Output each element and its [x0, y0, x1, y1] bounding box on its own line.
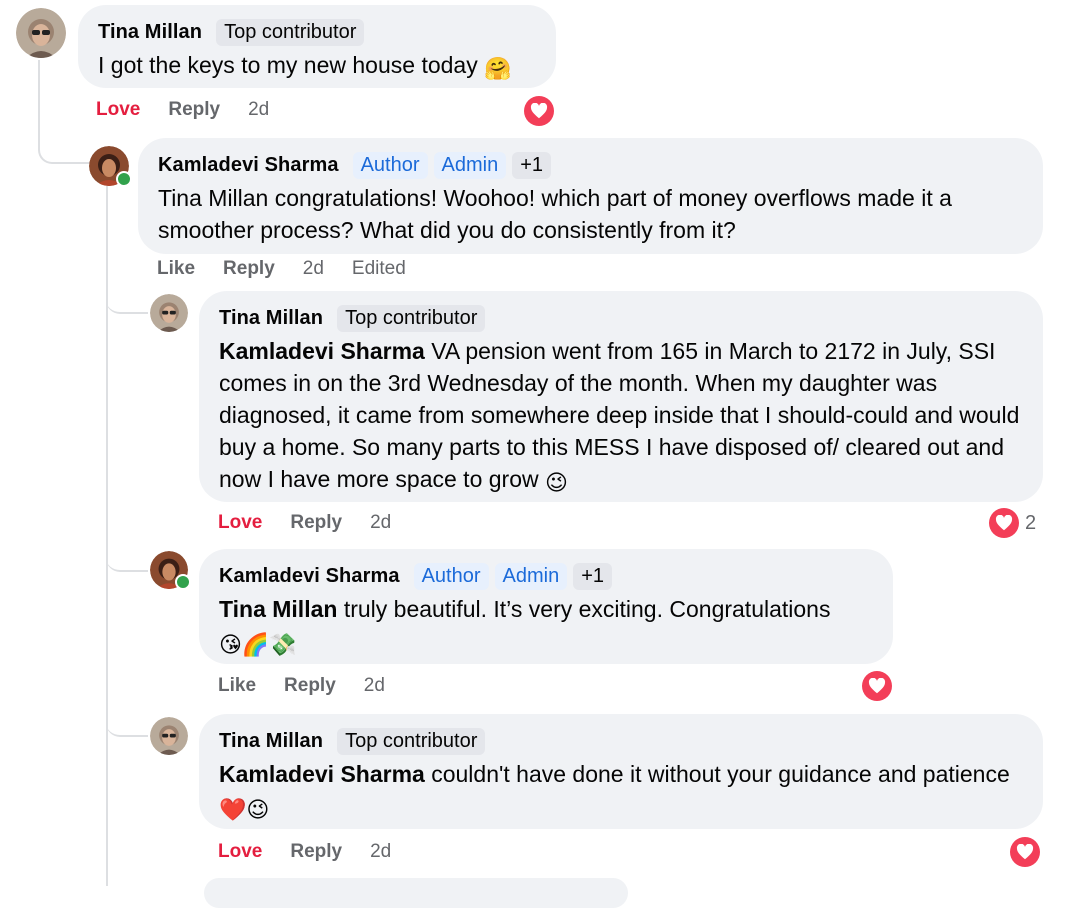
thread-line-2b [106, 548, 148, 572]
reaction-count: 2 [1025, 511, 1037, 534]
thread-line-2c [106, 713, 148, 737]
comment-author[interactable]: Tina Millan [219, 730, 323, 753]
top-contributor-badge[interactable]: Top contributor [337, 727, 486, 755]
timestamp[interactable]: 2d [370, 512, 391, 534]
reaction-summary[interactable]: 2 [989, 508, 1036, 538]
top-contributor-badge[interactable]: Top contributor [216, 18, 365, 46]
comment-author[interactable]: Tina Millan [219, 307, 323, 330]
comment-text: Tina Millan truly beautiful. It’s very e… [219, 596, 831, 657]
reply-button[interactable]: Reply [284, 675, 336, 697]
heart-reaction-icon [989, 508, 1019, 538]
comment-text: I got the keys to my new house today 🤗 [98, 52, 512, 81]
reply-button[interactable]: Reply [168, 99, 220, 121]
mention-link[interactable]: Tina Millan [219, 596, 337, 622]
avatar-tina-icon [16, 8, 66, 58]
next-comment-bubble [204, 878, 628, 908]
comment-bubble: Kamladevi Sharma Author Admin +1 Tina Mi… [138, 138, 1043, 254]
reaction-summary[interactable] [524, 96, 554, 126]
reaction-summary[interactable] [862, 671, 892, 701]
reaction-summary[interactable] [1010, 837, 1040, 867]
avatar[interactable] [150, 294, 188, 332]
timestamp[interactable]: 2d [370, 841, 391, 863]
comment-text: Tina Millan congratulations! Woohoo! whi… [158, 185, 952, 243]
admin-badge[interactable]: Admin [494, 562, 568, 590]
comment-bubble: Tina Millan Top contributor Kamladevi Sh… [199, 291, 1043, 502]
timestamp[interactable]: 2d [303, 258, 324, 280]
reply-button[interactable]: Reply [290, 512, 342, 534]
heart-reaction-icon [862, 671, 892, 701]
avatar-tina-icon [150, 717, 188, 755]
hugging-emoji-icon: 🤗 [484, 56, 512, 81]
comment-author[interactable]: Tina Millan [98, 21, 202, 44]
admin-badge[interactable]: Admin [433, 151, 507, 179]
avatar[interactable] [89, 146, 132, 187]
avatar-tina-icon [150, 294, 188, 332]
mention-link[interactable]: Kamladevi Sharma [219, 761, 425, 787]
edited-label: Edited [351, 258, 406, 279]
reply-button[interactable]: Reply [223, 258, 275, 280]
love-button[interactable]: Love [218, 512, 262, 534]
heart-wink-emoji-icons: ❤️😉 [219, 797, 270, 822]
comment-bubble: Tina Millan Top contributor I got the ke… [78, 5, 556, 88]
heart-reaction-icon [524, 96, 554, 126]
thread-line-2a [106, 290, 148, 314]
author-badge[interactable]: Author [352, 151, 428, 179]
mention-link[interactable]: Kamladevi Sharma [219, 338, 425, 364]
like-button[interactable]: Like [157, 258, 195, 280]
comment-author[interactable]: Kamladevi Sharma [219, 565, 400, 588]
top-contributor-badge[interactable]: Top contributor [337, 304, 486, 332]
author-badge[interactable]: Author [413, 562, 489, 590]
comment-actions: Love Reply 2d [96, 99, 297, 121]
timestamp[interactable]: 2d [248, 99, 269, 121]
love-button[interactable]: Love [218, 841, 262, 863]
comment-text: Kamladevi Sharma VA pension went from 16… [219, 338, 1020, 495]
more-badges[interactable]: +1 [573, 562, 613, 590]
comment-author[interactable]: Kamladevi Sharma [158, 154, 339, 177]
comment-actions: Love Reply 2d [218, 512, 419, 534]
comment-text: Kamladevi Sharma couldn't have done it w… [219, 761, 1010, 822]
comment-actions: Like Reply 2d Edited [157, 258, 434, 280]
avatar[interactable] [16, 8, 66, 58]
comment-bubble: Tina Millan Top contributor Kamladevi Sh… [199, 714, 1043, 829]
timestamp[interactable]: 2d [364, 675, 385, 697]
kiss-rainbow-money-emoji-icons: 😘🌈💸 [219, 632, 297, 657]
avatar[interactable] [150, 551, 191, 590]
comment-actions: Love Reply 2d [218, 841, 419, 863]
online-status-icon [175, 574, 191, 590]
love-button[interactable]: Love [96, 99, 140, 121]
avatar[interactable] [150, 717, 188, 755]
like-button[interactable]: Like [218, 675, 256, 697]
winking-emoji-icon: 😉 [545, 470, 568, 495]
comment-bubble: Kamladevi Sharma Author Admin +1 Tina Mi… [199, 549, 893, 664]
reply-button[interactable]: Reply [290, 841, 342, 863]
online-status-icon [116, 171, 132, 187]
comment-actions: Like Reply 2d [218, 675, 413, 697]
more-badges[interactable]: +1 [512, 151, 552, 179]
heart-reaction-icon [1010, 837, 1040, 867]
